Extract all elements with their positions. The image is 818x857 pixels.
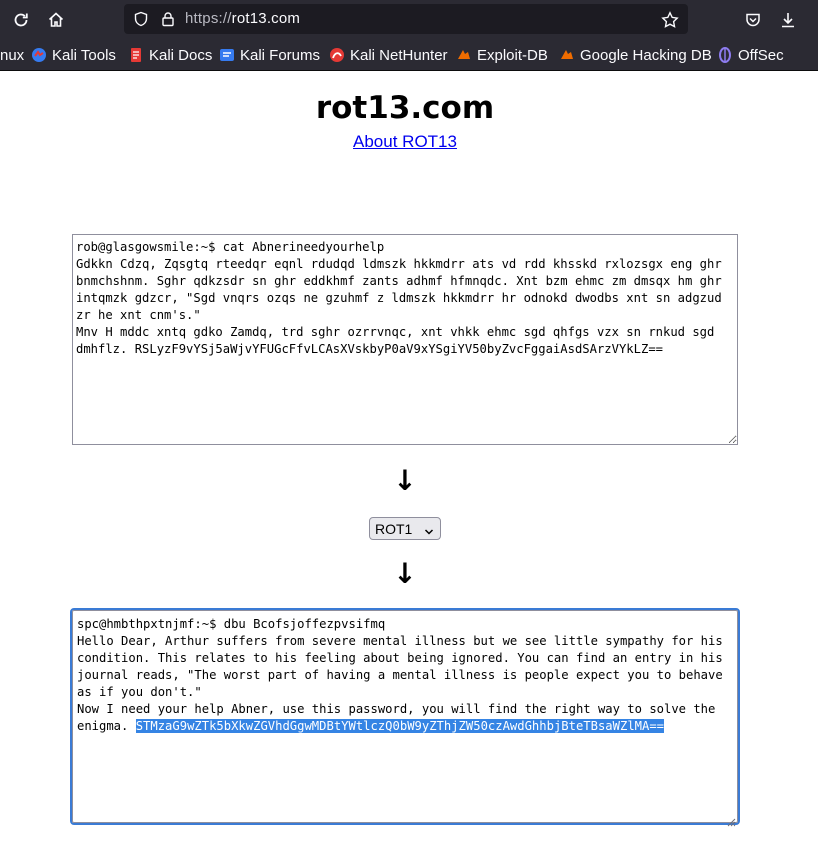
output-textarea[interactable]: spc@hmbthpxtnjmf:~$ dbu Bcofsjoffezpvsif… xyxy=(72,610,738,823)
pocket-icon[interactable] xyxy=(741,8,765,32)
bookmark-label: Kali NetHunter xyxy=(350,46,448,64)
about-link-wrap: About ROT13 xyxy=(0,132,810,152)
selected-password-text[interactable]: STMzaG9wZTk5bXkwZGVhdGgwMDBtYWtlczQ0bW9y… xyxy=(135,719,665,733)
bookmark-kali-linux[interactable]: nux xyxy=(0,46,24,64)
bookmark-kali-docs[interactable]: Kali Docs xyxy=(128,46,212,64)
bookmark-label: Exploit-DB xyxy=(477,46,548,64)
reload-icon[interactable] xyxy=(8,8,34,32)
url-bar[interactable]: https://rot13.com xyxy=(124,4,688,34)
exploit-db-icon xyxy=(456,47,472,63)
nethunter-icon xyxy=(329,47,345,63)
about-rot13-link[interactable]: About ROT13 xyxy=(353,132,457,151)
home-icon[interactable] xyxy=(43,8,69,32)
bookmark-google-hacking-db[interactable]: Google Hacking DB xyxy=(559,46,712,64)
input-textarea[interactable] xyxy=(72,234,738,445)
page-title: rot13.com xyxy=(315,90,495,126)
output-textarea-focus-ring: spc@hmbthpxtnjmf:~$ dbu Bcofsjoffezpvsif… xyxy=(70,608,740,827)
bookmark-label: Kali Docs xyxy=(149,46,213,64)
down-arrow-icon: ↓ xyxy=(393,557,417,590)
bookmark-label: nux xyxy=(0,46,25,64)
bookmark-label: Kali Forums xyxy=(240,46,321,64)
downloads-icon[interactable] xyxy=(776,8,800,32)
url-text[interactable]: https://rot13.com xyxy=(185,10,300,27)
rot-cipher-select-value: ROT1 xyxy=(375,520,413,537)
bookmark-kali-nethunter[interactable]: Kali NetHunter xyxy=(329,46,448,64)
chevron-down-icon xyxy=(424,524,434,535)
bookmark-kali-tools[interactable]: Kali Tools xyxy=(31,46,116,64)
bookmark-kali-forums[interactable]: Kali Forums xyxy=(219,46,320,64)
ghdb-icon xyxy=(559,47,575,63)
offsec-icon xyxy=(717,47,733,63)
rot-cipher-select[interactable]: ROT1 xyxy=(369,517,441,540)
bookmark-label: OffSec xyxy=(738,46,784,64)
kali-docs-icon xyxy=(128,47,144,63)
down-arrow-icon: ↓ xyxy=(393,464,417,497)
output-text: spc@hmbthpxtnjmf:~$ dbu Bcofsjoffezpvsif… xyxy=(77,617,723,733)
bookmarks-bar: nux Kali Tools Kali Docs Kali Forums Kal… xyxy=(0,40,818,71)
bookmark-label: Google Hacking DB xyxy=(580,46,712,64)
browser-toolbar: https://rot13.com xyxy=(0,0,818,40)
bookmark-offsec[interactable]: OffSec xyxy=(717,46,784,64)
bookmark-exploit-db[interactable]: Exploit-DB xyxy=(456,46,548,64)
bookmark-label: Kali Tools xyxy=(52,46,116,64)
tracking-shield-icon[interactable] xyxy=(133,11,149,27)
kali-forums-icon xyxy=(219,47,235,63)
kali-tools-icon xyxy=(31,47,47,63)
lock-icon[interactable] xyxy=(160,11,176,27)
resize-grip-icon[interactable] xyxy=(727,812,736,827)
bookmark-star-icon[interactable] xyxy=(661,11,679,28)
